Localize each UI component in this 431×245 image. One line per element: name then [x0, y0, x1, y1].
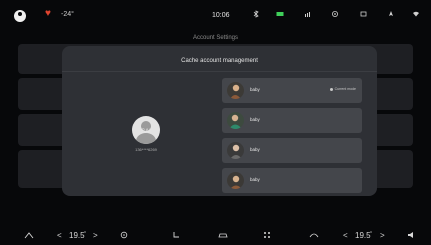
- right-temp-decrease-button[interactable]: <: [343, 230, 348, 241]
- recirculation-icon[interactable]: [309, 231, 319, 239]
- account-label: baby: [250, 147, 260, 152]
- left-temp-decrease-button[interactable]: <: [57, 230, 62, 241]
- page-title: Account Settings: [192, 35, 239, 41]
- volume-icon[interactable]: [407, 231, 417, 239]
- target-icon: [332, 11, 338, 17]
- outside-temperature: -24°: [61, 11, 74, 18]
- right-temp-increase-button[interactable]: >: [380, 230, 385, 241]
- home-icon[interactable]: [24, 231, 34, 239]
- wifi-icon: [413, 11, 419, 17]
- account-avatar: [227, 172, 244, 189]
- account-label: baby: [250, 177, 260, 182]
- bluetooth-icon[interactable]: [252, 10, 260, 18]
- bottom-bar: < 19.5 ° > < 19.5 ° >: [0, 226, 431, 245]
- account-item[interactable]: baby Current mode: [222, 78, 362, 103]
- account-list[interactable]: baby Current mode baby baby baby: [222, 73, 362, 196]
- battery-icon: [276, 12, 284, 16]
- divider: [62, 71, 377, 72]
- fan-icon[interactable]: [119, 231, 129, 239]
- user-icon[interactable]: [14, 10, 26, 22]
- account-avatar: [227, 142, 244, 159]
- grid-icon[interactable]: [262, 231, 272, 239]
- dialog-title: Cache account management: [181, 58, 258, 64]
- account-item[interactable]: baby: [222, 108, 362, 133]
- user-name: SAI: [141, 129, 151, 135]
- user-phone: 136****6269: [135, 147, 157, 152]
- heart-icon[interactable]: ♥: [45, 8, 51, 19]
- car-icon[interactable]: [218, 231, 228, 239]
- account-item[interactable]: baby: [222, 168, 362, 193]
- left-temp-increase-button[interactable]: >: [93, 230, 98, 241]
- left-temperature: 19.5: [69, 231, 85, 240]
- cache-account-dialog: Cache account management SAI 136****6269…: [62, 46, 377, 196]
- location-icon: [389, 11, 393, 16]
- right-temperature: 19.5: [355, 231, 371, 240]
- signal-icon: [305, 12, 310, 17]
- account-avatar: [227, 112, 244, 129]
- screen-icon: [360, 11, 367, 17]
- current-mode-badge: Current mode: [329, 87, 356, 91]
- status-bar: ♥ -24° 10:06: [0, 0, 431, 26]
- clock: 10:06: [212, 12, 230, 19]
- right-degree-symbol: °: [370, 231, 372, 237]
- account-label: baby: [250, 117, 260, 122]
- seat-icon[interactable]: [171, 231, 181, 239]
- account-label: baby: [250, 87, 260, 92]
- left-degree-symbol: °: [84, 231, 86, 237]
- account-item[interactable]: baby: [222, 138, 362, 163]
- account-avatar: [227, 82, 244, 99]
